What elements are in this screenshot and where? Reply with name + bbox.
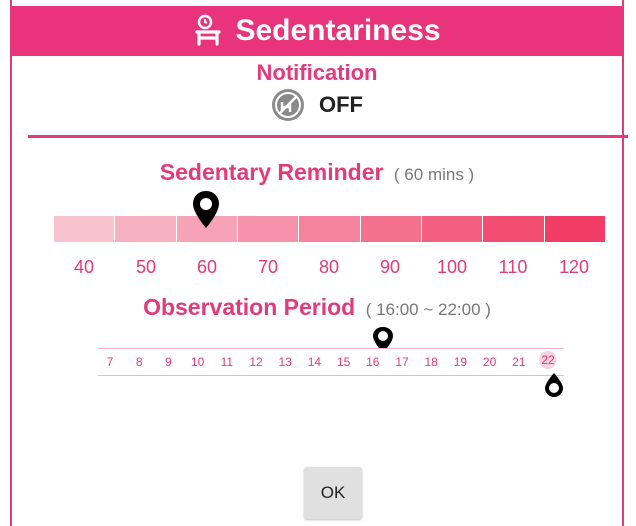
chair-alarm-icon: [195, 14, 222, 46]
observation-hour-label[interactable]: 8: [136, 355, 143, 369]
reminder-scale-label: 40: [73, 257, 95, 277]
observation-period-range: ( 16:00 ~ 22:00 ): [365, 300, 491, 319]
observation-hour-label[interactable]: 21: [512, 355, 525, 369]
reminder-slider-segment[interactable]: [544, 216, 606, 242]
observation-period-heading: Observation Period ( 16:00 ~ 22:00 ): [12, 294, 622, 321]
observation-end-handle-icon[interactable]: [544, 372, 564, 398]
dialog-title: Sedentariness: [235, 14, 441, 47]
observation-hour-label[interactable]: 17: [395, 355, 408, 369]
reminder-scale-label: 90: [379, 257, 401, 277]
notification-off-icon: [272, 89, 304, 121]
reminder-slider-handle-icon[interactable]: [192, 190, 220, 230]
sedentary-reminder-heading: Sedentary Reminder ( 60 mins ): [12, 159, 622, 186]
sedentary-reminder-value: ( 60 mins ): [393, 165, 475, 184]
observation-hour-label[interactable]: 7: [107, 355, 114, 369]
reminder-scale-label: 50: [135, 257, 157, 277]
observation-hour-label[interactable]: 15: [337, 355, 350, 369]
notification-label: Notification: [256, 60, 378, 85]
reminder-scale-label: 60: [196, 257, 218, 277]
observation-period-title: Observation Period: [143, 294, 356, 320]
reminder-scale: 40 50 60 70 80 90 100 110 120: [54, 257, 606, 277]
observation-hour-label[interactable]: 22: [539, 351, 557, 369]
reminder-slider-segment[interactable]: [54, 216, 116, 242]
reminder-scale-label: 80: [318, 257, 340, 277]
observation-hour-label[interactable]: 18: [425, 355, 438, 369]
observation-hour-label[interactable]: 20: [483, 355, 496, 369]
observation-hour-strip[interactable]: 7 8 9 10 11 12 13 14 15 16 17 18 19 20 21 22: [98, 348, 564, 376]
reminder-scale-label: 100: [436, 257, 468, 277]
notification-state: OFF: [319, 92, 363, 117]
reminder-slider-segment[interactable]: [237, 216, 300, 242]
reminder-slider-segment[interactable]: [360, 216, 422, 242]
reminder-scale-label: 70: [257, 257, 279, 277]
observation-hour-label[interactable]: 16: [366, 355, 379, 369]
observation-hour-label[interactable]: 19: [454, 355, 467, 369]
observation-hour-label[interactable]: 13: [279, 355, 292, 369]
sedentariness-dialog: Sedentariness Notification OFF Sedentary…: [10, 0, 628, 526]
observation-hour-label[interactable]: 11: [221, 355, 233, 369]
ok-button[interactable]: OK: [304, 467, 362, 519]
notification-toggle[interactable]: OFF: [12, 88, 622, 122]
observation-hour-label[interactable]: 9: [165, 355, 172, 369]
observation-hour-label[interactable]: 14: [308, 355, 321, 369]
observation-hour-label[interactable]: 10: [191, 355, 204, 369]
reminder-slider[interactable]: [54, 216, 606, 242]
sedentary-reminder-title: Sedentary Reminder: [159, 159, 384, 185]
section-divider: [28, 135, 628, 138]
reminder-scale-label: 110: [498, 257, 528, 277]
observation-hour-label[interactable]: 12: [249, 355, 262, 369]
reminder-slider-segment[interactable]: [483, 216, 545, 242]
title-bar: Sedentariness: [12, 6, 622, 56]
reminder-slider-segment[interactable]: [421, 216, 484, 242]
reminder-scale-label: 120: [558, 257, 590, 277]
reminder-slider-segment[interactable]: [299, 216, 361, 242]
reminder-slider-segment[interactable]: [115, 216, 177, 242]
